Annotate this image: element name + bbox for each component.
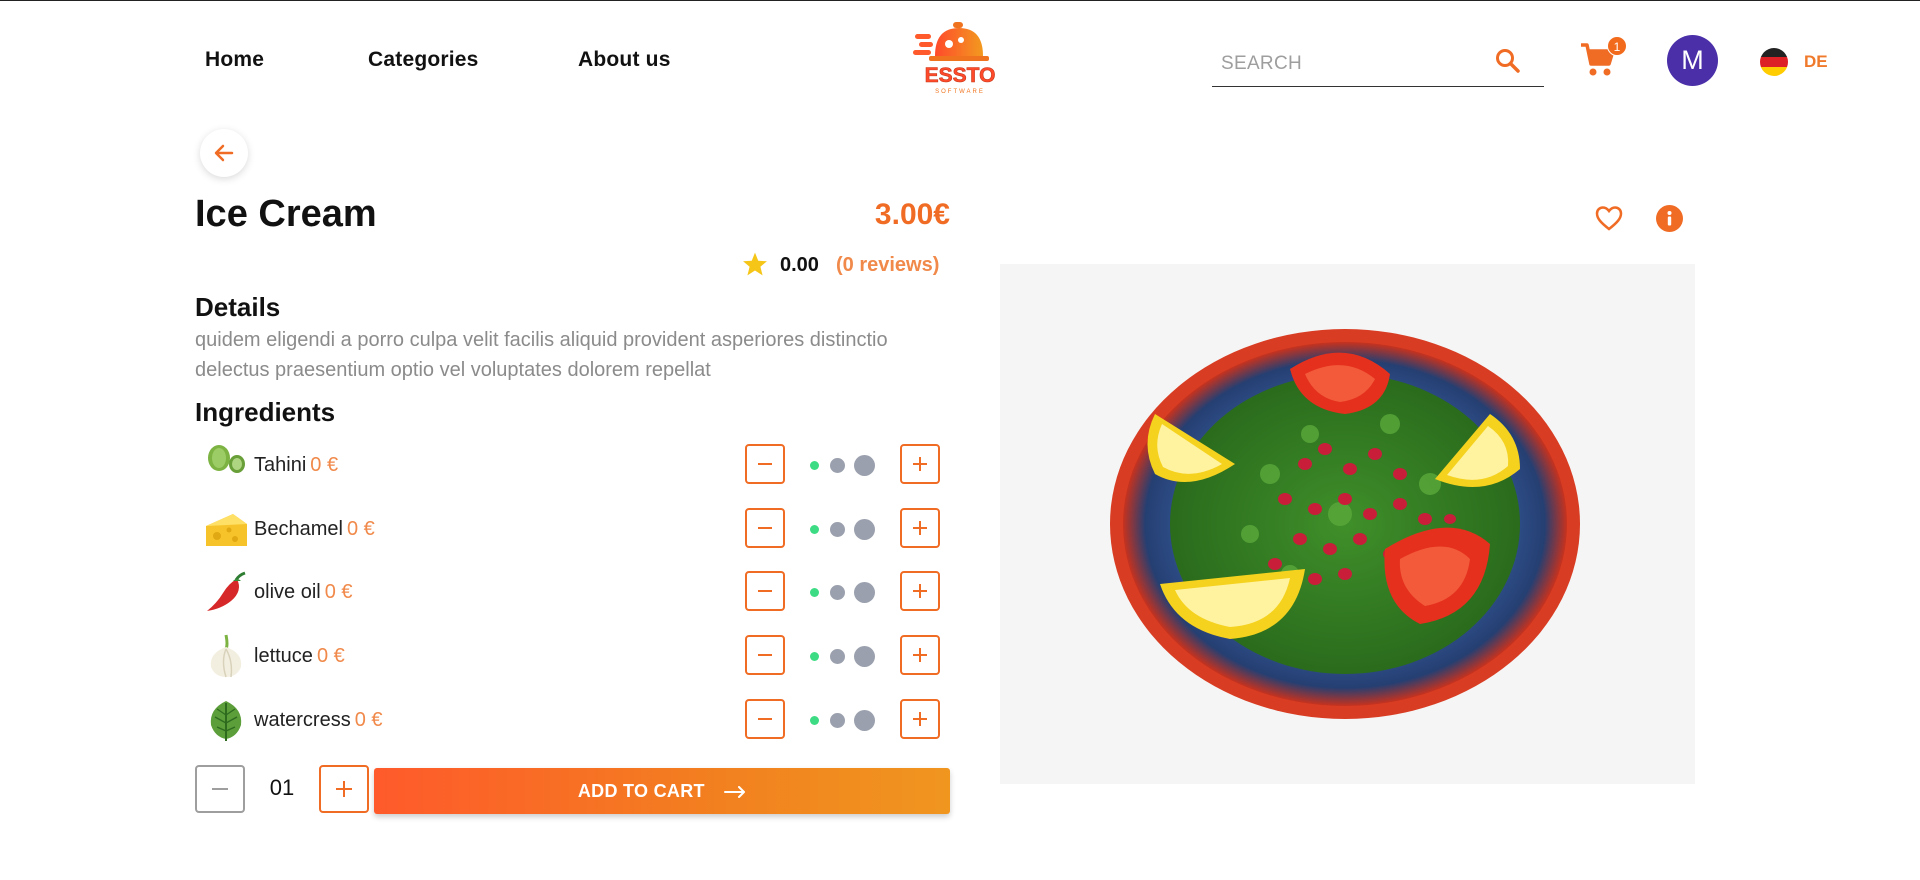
plus-icon: [913, 648, 927, 662]
plus-icon: [913, 584, 927, 598]
details-heading: Details: [195, 292, 281, 322]
ingredient-price: 0 €: [324, 581, 353, 603]
nav-home-link[interactable]: Home: [205, 48, 264, 72]
ingredient-level-dot: [810, 588, 819, 597]
info-icon: [1667, 211, 1672, 226]
ingredient-level-dot: [830, 458, 845, 473]
ingredient-level-dot: [810, 461, 819, 470]
minus-icon: [758, 718, 772, 720]
quantity-increase-button[interactable]: [319, 765, 369, 813]
ingredient-row: Bechamel 0 €: [203, 504, 943, 554]
minus-icon: [758, 654, 772, 656]
user-avatar[interactable]: M: [1667, 35, 1718, 86]
tabbouleh-salad-image: [1110, 329, 1580, 719]
nav-categories-link[interactable]: Categories: [368, 48, 479, 72]
heart-icon: [1595, 206, 1623, 231]
germany-flag-icon[interactable]: [1760, 48, 1788, 76]
info-button[interactable]: [1656, 205, 1683, 232]
ingredient-decrease-button[interactable]: [745, 699, 785, 739]
ingredient-price: 0 €: [316, 645, 345, 667]
ingredient-label: Tahini: [254, 454, 307, 476]
ingredient-row: Tahini 0 €: [203, 440, 943, 490]
rating-value: 0.00: [780, 254, 819, 276]
ingredient-level-dot: [810, 716, 819, 725]
product-description: quidem eligendi a porro culpa velit faci…: [195, 329, 888, 381]
ingredient-level-dot: [810, 652, 819, 661]
ingredient-price: 0 €: [310, 454, 339, 476]
favorite-button[interactable]: [1594, 203, 1624, 233]
ingredient-row: watercress 0 €: [203, 695, 943, 745]
quantity-decrease-button[interactable]: [195, 765, 245, 813]
arrow-left-icon: [214, 144, 234, 162]
essto-logo[interactable]: ESSTO SOFTWARE: [913, 20, 1007, 98]
ingredient-decrease-button[interactable]: [745, 508, 785, 548]
product-title: Ice Cream: [195, 193, 377, 235]
ingredient-label: Bechamel: [254, 518, 343, 540]
search-input[interactable]: [1221, 49, 1491, 79]
product-image-panel: [1000, 264, 1695, 784]
cheese-icon: [203, 506, 249, 552]
plus-icon: [913, 712, 927, 726]
back-button[interactable]: [200, 129, 248, 177]
ingredient-row: lettuce 0 €: [203, 631, 943, 681]
ingredient-price: 0 €: [354, 709, 383, 731]
chili-pepper-icon: [203, 569, 249, 615]
ingredient-increase-button[interactable]: [900, 508, 940, 548]
ingredient-level-dot: [854, 582, 875, 603]
garlic-icon: [203, 633, 249, 679]
product-price: 3.00€: [874, 198, 950, 231]
nav-about-link[interactable]: About us: [578, 48, 671, 72]
arrow-right-icon: [724, 786, 746, 799]
ingredient-level-dot: [854, 646, 875, 667]
ingredient-level-dot: [854, 455, 875, 476]
ingredient-label: olive oil: [254, 581, 321, 603]
ingredient-name: Bechamel 0 €: [254, 518, 375, 541]
logo-subtext: SOFTWARE: [935, 89, 985, 95]
ingredient-label: watercress: [254, 709, 351, 731]
ingredient-level-dot: [830, 713, 845, 728]
ingredient-level-dot: [854, 710, 875, 731]
add-to-cart-button[interactable]: ADD TO CART: [374, 768, 950, 814]
ingredient-level-dot: [830, 585, 845, 600]
add-to-cart-label: ADD TO CART: [577, 781, 705, 801]
ingredient-increase-button[interactable]: [900, 635, 940, 675]
ingredient-level-dot: [830, 649, 845, 664]
ingredient-increase-button[interactable]: [900, 571, 940, 611]
quantity-value: 01: [269, 775, 295, 800]
ingredient-label: lettuce: [254, 645, 313, 667]
minus-icon: [758, 463, 772, 465]
minus-icon: [212, 788, 228, 790]
plus-icon: [336, 781, 352, 797]
star-icon: [743, 252, 767, 276]
ingredient-price: 0 €: [346, 518, 375, 540]
rating-summary: 0.00 (0 reviews): [742, 251, 952, 281]
ingredient-increase-button[interactable]: [900, 699, 940, 739]
top-border: [0, 0, 1920, 1]
ingredient-name: watercress 0 €: [254, 709, 383, 732]
ingredient-level-dot: [854, 519, 875, 540]
ingredient-increase-button[interactable]: [900, 444, 940, 484]
ingredient-row: olive oil 0 €: [203, 567, 943, 617]
search-icon[interactable]: [1494, 47, 1522, 75]
ingredient-name: olive oil 0 €: [254, 581, 353, 604]
reviews-link[interactable]: (0 reviews): [836, 254, 939, 277]
plus-icon: [913, 521, 927, 535]
cart-count-badge: 1: [1607, 36, 1627, 56]
green-olives-icon: [203, 442, 249, 488]
ingredient-decrease-button[interactable]: [745, 635, 785, 675]
plus-icon: [913, 457, 927, 471]
ingredient-level-dot: [810, 525, 819, 534]
minus-icon: [758, 590, 772, 592]
minus-icon: [758, 527, 772, 529]
language-selector[interactable]: DE: [1804, 52, 1828, 72]
leaf-icon: [203, 697, 249, 743]
logo-text: ESSTO: [925, 64, 996, 87]
ingredient-name: Tahini 0 €: [254, 454, 338, 477]
ingredient-name: lettuce 0 €: [254, 645, 345, 668]
ingredient-level-dot: [830, 522, 845, 537]
ingredient-decrease-button[interactable]: [745, 444, 785, 484]
ingredient-decrease-button[interactable]: [745, 571, 785, 611]
ingredients-heading: Ingredients: [195, 397, 336, 427]
